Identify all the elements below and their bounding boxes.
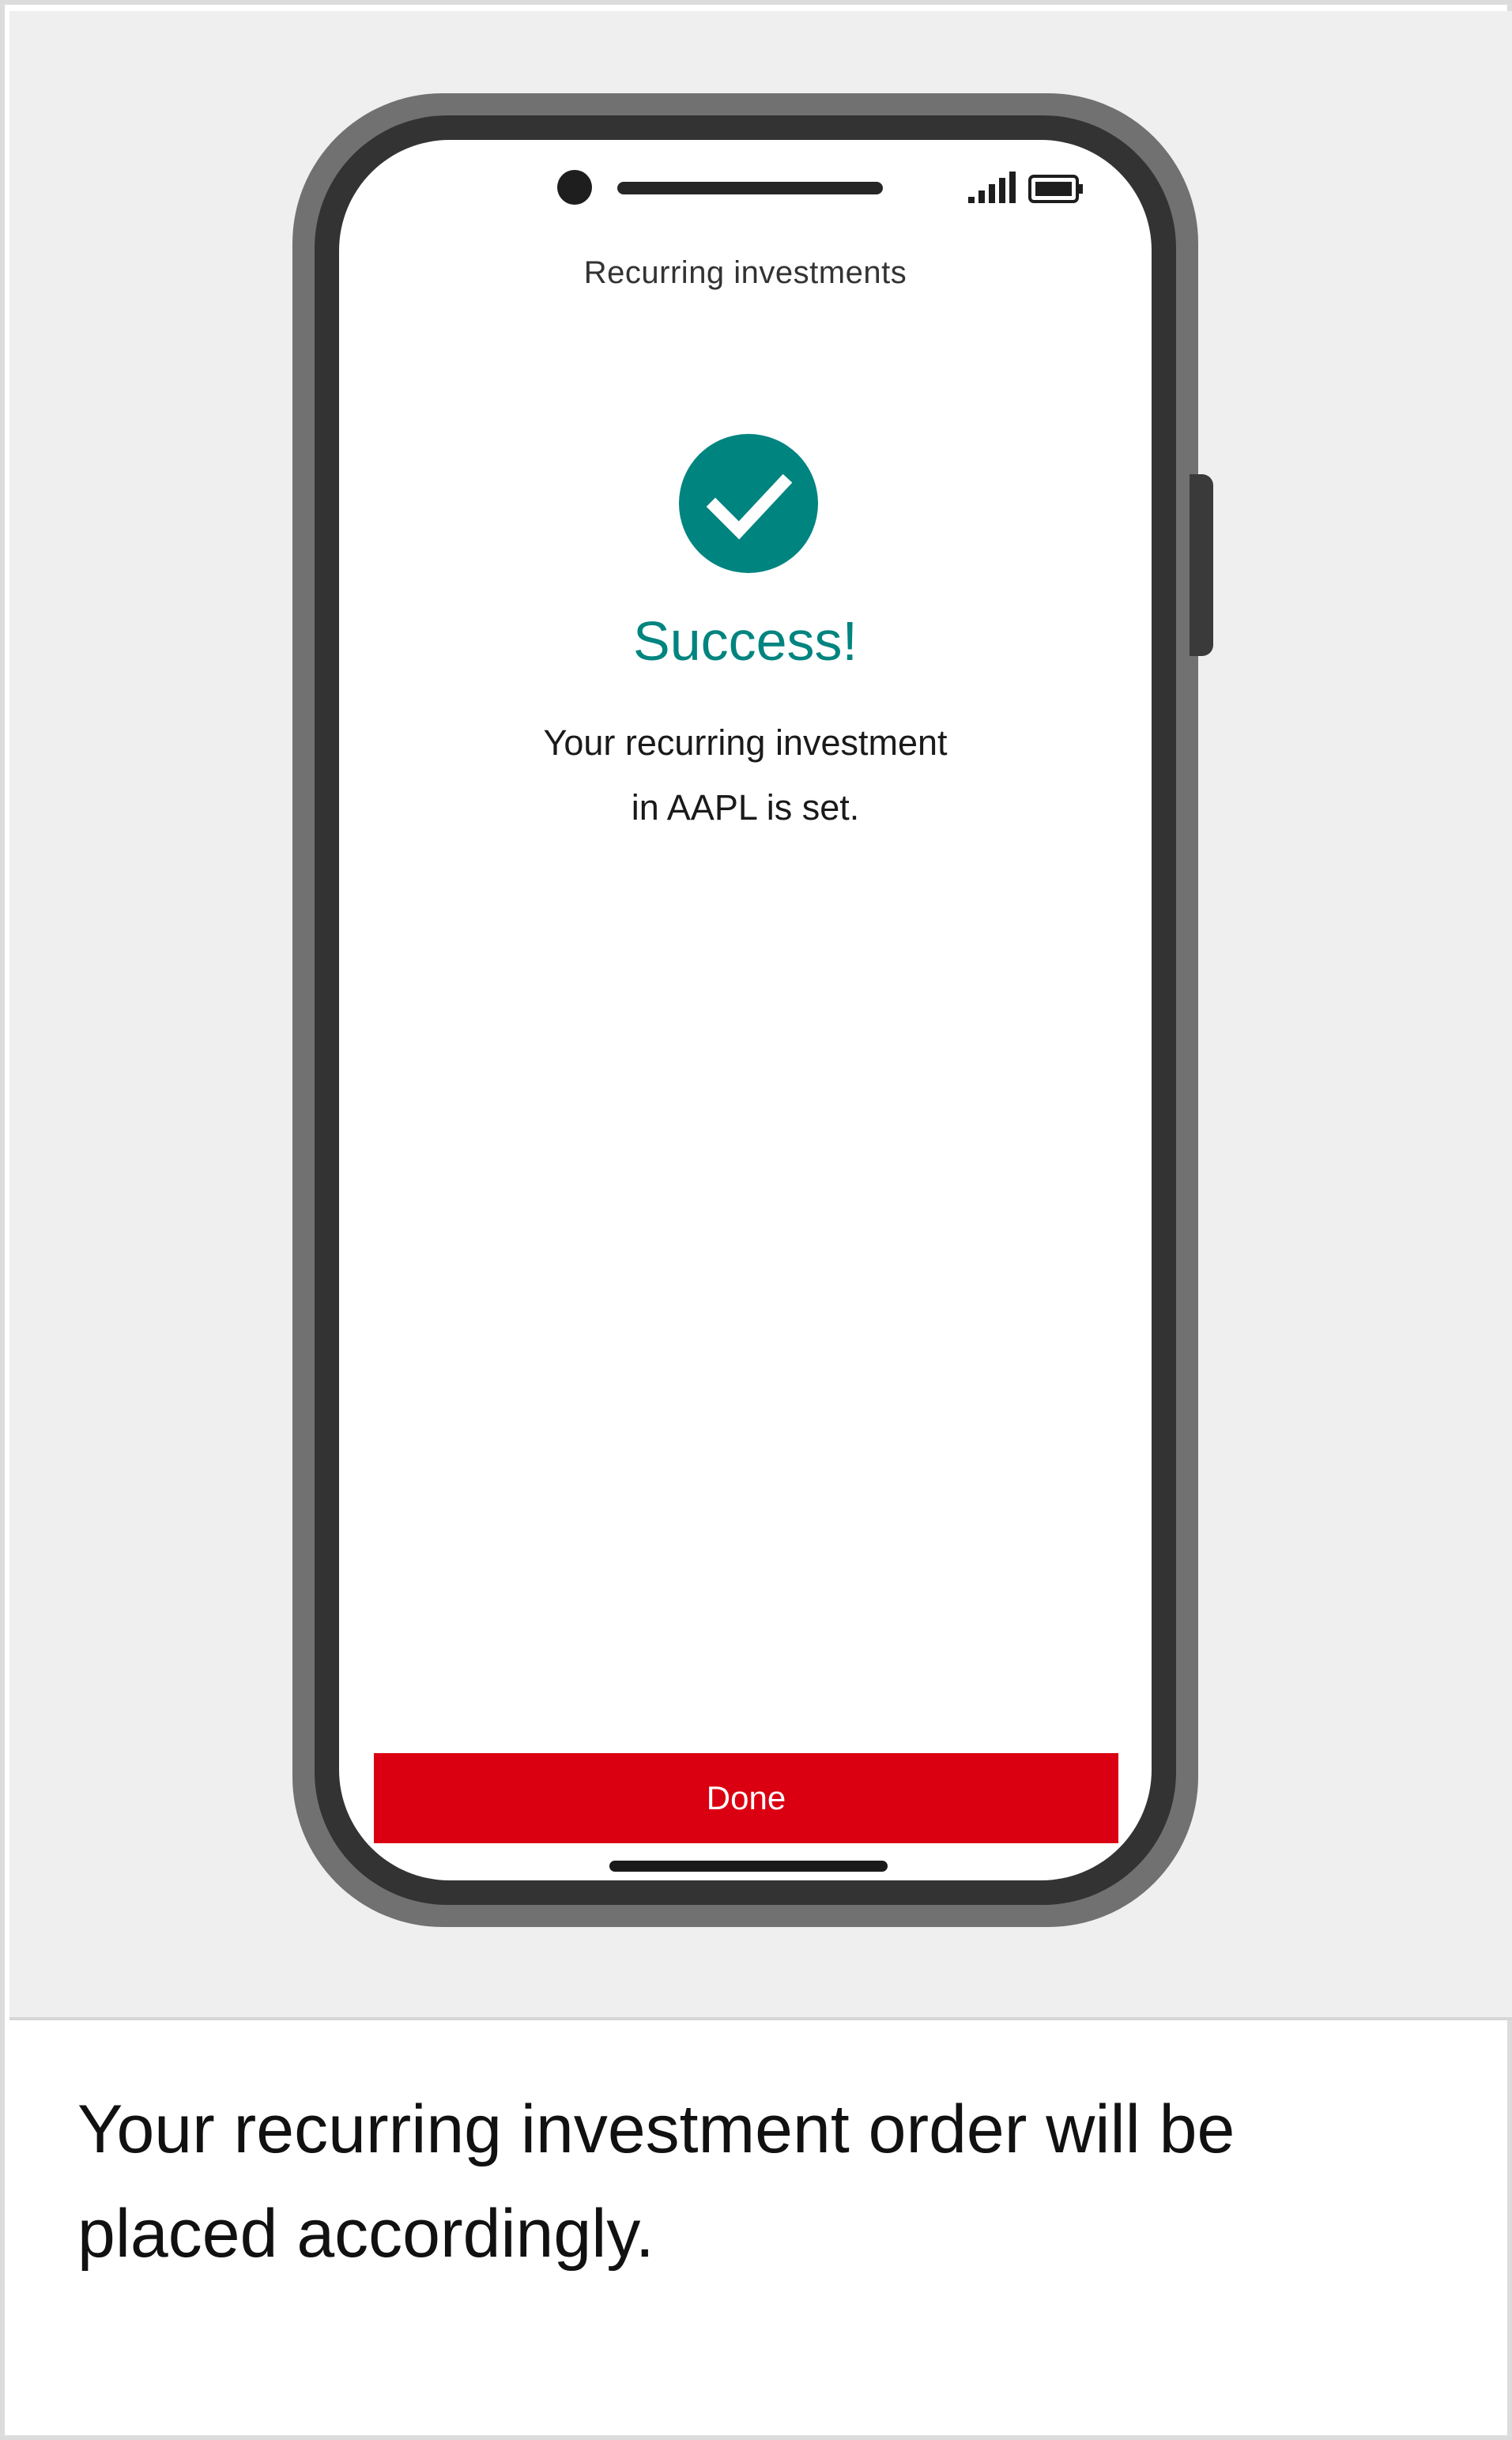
success-message: Your recurring investment in AAPL is set…	[481, 711, 1009, 840]
success-message-line: in AAPL is set.	[631, 787, 860, 828]
signal-icon	[968, 172, 1016, 203]
phone-screen: Recurring investments Success! Your recu…	[339, 140, 1152, 1880]
success-message-line: Your recurring investment	[543, 722, 948, 763]
camera-icon	[557, 170, 592, 205]
checkmark-circle-icon	[679, 434, 818, 573]
caption-text: Your recurring investment order will be …	[77, 2091, 1235, 2272]
battery-icon	[1028, 175, 1083, 203]
screen-title: Recurring investments	[583, 255, 907, 290]
done-button[interactable]: Done	[374, 1753, 1118, 1843]
speaker-grille	[617, 182, 883, 194]
success-heading: Success!	[633, 610, 858, 672]
home-indicator	[609, 1861, 888, 1872]
phone-side-button	[1190, 474, 1213, 656]
